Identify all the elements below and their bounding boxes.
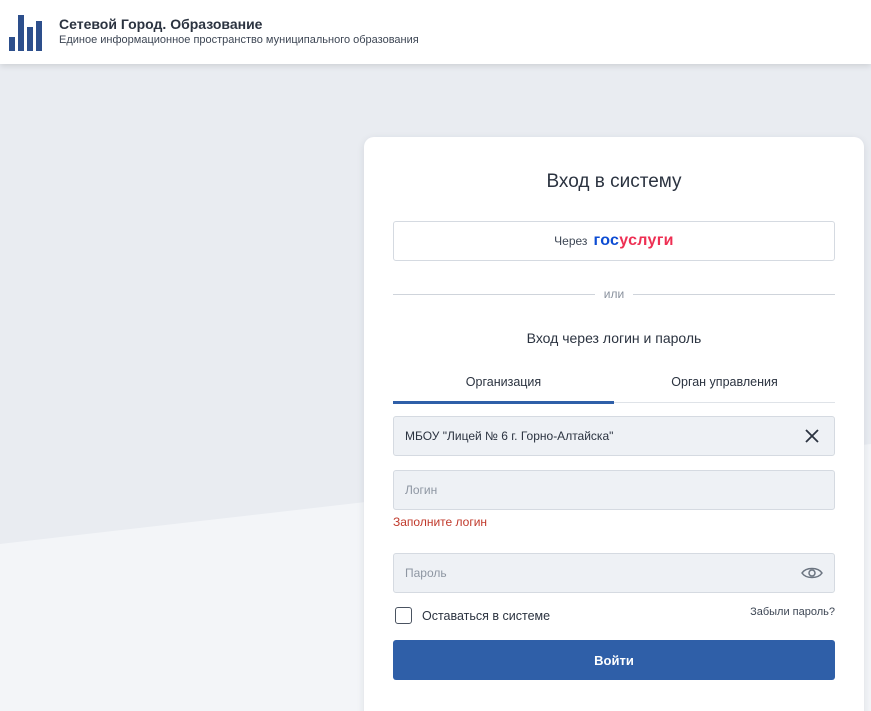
city-bars-logo-icon[interactable] xyxy=(9,15,43,51)
password-field[interactable] xyxy=(393,553,835,593)
forgot-password-link[interactable]: Забыли пароль? xyxy=(750,606,835,618)
login-password-subtitle: Вход через логин и пароль xyxy=(526,330,702,346)
password-input[interactable] xyxy=(405,566,801,580)
divider-line-left xyxy=(393,293,595,295)
organization-value: МБОУ "Лицей № 6 г. Горно-Алтайска" xyxy=(405,429,614,443)
login-input[interactable] xyxy=(405,483,823,497)
gosuslugi-logo: госуслуги xyxy=(593,232,673,250)
gosuslugi-via-label: Через xyxy=(554,234,588,248)
tab-management-body[interactable]: Орган управления xyxy=(614,371,835,402)
login-card: Вход в систему Через госуслуги или Вход … xyxy=(364,137,864,711)
divider-text: или xyxy=(603,287,625,301)
login-field[interactable] xyxy=(393,470,835,510)
eye-icon[interactable] xyxy=(801,562,823,584)
app-subtitle: Единое информационное пространство муниц… xyxy=(59,34,419,46)
gosuslugi-logo-part2: услуги xyxy=(619,232,674,249)
login-type-tabs: Организация Орган управления xyxy=(393,371,835,404)
organization-select[interactable]: МБОУ "Лицей № 6 г. Горно-Алтайска" xyxy=(393,416,835,456)
gosuslugi-logo-part1: гос xyxy=(593,232,620,249)
gosuslugi-login-button[interactable]: Через госуслуги xyxy=(393,221,835,261)
or-divider: или xyxy=(393,287,836,301)
tab-organization[interactable]: Организация xyxy=(393,371,614,404)
header-text: Сетевой Город. Образование Единое информ… xyxy=(59,16,419,47)
remember-me-checkbox[interactable]: Оставаться в системе xyxy=(395,607,550,624)
divider-line-right xyxy=(633,293,836,295)
app-title: Сетевой Город. Образование xyxy=(59,16,263,32)
submit-button[interactable]: Войти xyxy=(393,640,835,680)
app-header: Сетевой Город. Образование Единое информ… xyxy=(0,0,871,64)
login-title: Вход в систему xyxy=(546,171,682,192)
close-icon[interactable] xyxy=(801,425,823,447)
checkbox-box[interactable] xyxy=(395,607,412,624)
remember-me-label: Оставаться в системе xyxy=(422,608,551,623)
login-error-message: Заполните логин xyxy=(393,515,488,529)
